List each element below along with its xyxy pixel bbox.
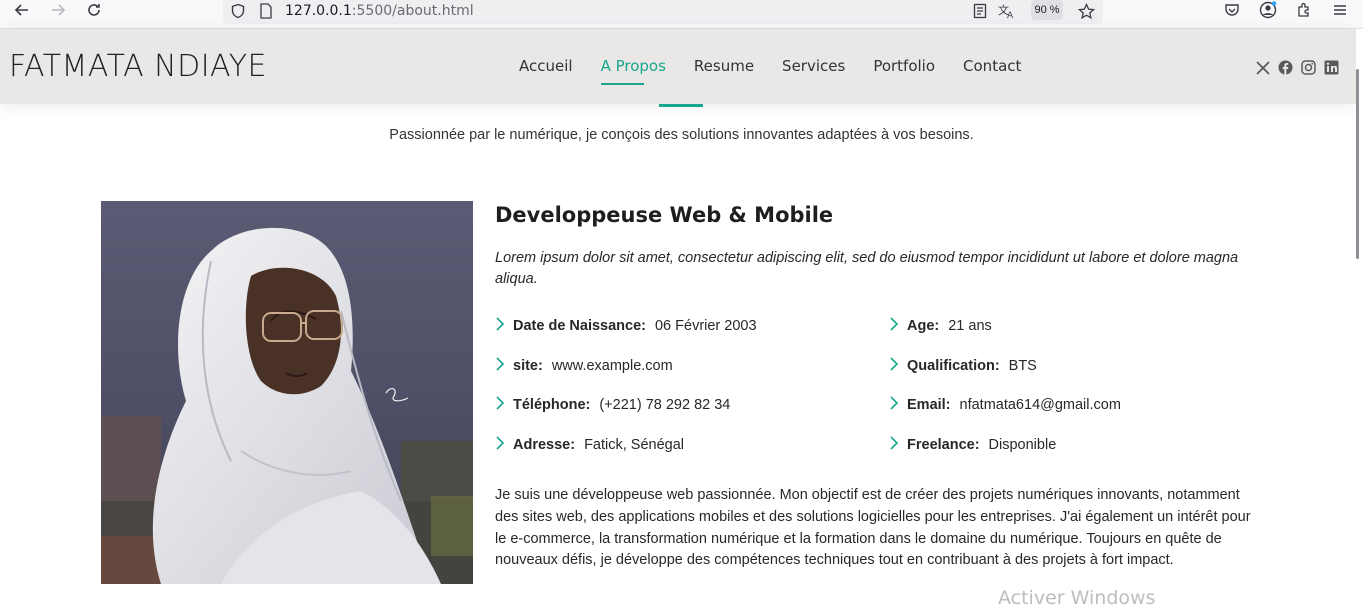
- info-value: Disponible: [988, 436, 1057, 453]
- chevron-right-icon: [495, 356, 513, 376]
- page-scrollbar[interactable]: [1356, 29, 1363, 605]
- intro-text: Lorem ipsum dolor sit amet, consectetur …: [495, 250, 1239, 287]
- chevron-right-icon: [889, 396, 907, 415]
- info-value: 21 ans: [948, 318, 992, 334]
- nav-services[interactable]: Services: [768, 57, 859, 75]
- pocket-icon[interactable]: [1221, 0, 1243, 20]
- section-title-underline: [659, 104, 703, 107]
- chevron-right-icon: [495, 396, 513, 415]
- info-item-age: Age: 21 ans: [889, 317, 1269, 357]
- site-header: FATMATA NDIAYE Accueil A Propos Resume S…: [0, 29, 1356, 104]
- svg-text:A: A: [1007, 11, 1014, 19]
- linkedin-icon[interactable]: [1323, 59, 1340, 76]
- main-nav: Accueil A Propos Resume Services Portfol…: [505, 57, 1035, 85]
- menu-icon[interactable]: [1329, 0, 1351, 20]
- account-icon[interactable]: [1257, 0, 1279, 20]
- info-item-qualification: Qualification: BTS: [889, 356, 1269, 397]
- chevron-right-icon: [889, 317, 907, 336]
- nav-a-propos[interactable]: A Propos: [587, 57, 680, 85]
- social-links: [1254, 59, 1340, 76]
- zoom-badge[interactable]: 90 %: [1031, 0, 1063, 20]
- info-item-address: Adresse: Fatick, Sénégal: [495, 435, 889, 476]
- forward-icon[interactable]: [45, 0, 71, 20]
- info-label: Age:: [907, 318, 940, 334]
- info-value: Fatick, Sénégal: [584, 436, 685, 453]
- info-item-site: site: www.example.com: [495, 356, 889, 397]
- section-tagline: Passionnée par le numérique, je conçois …: [389, 127, 974, 143]
- reload-icon[interactable]: [81, 0, 107, 20]
- chevron-right-icon: [495, 317, 513, 336]
- bio-text: Je suis une développeuse web passionnée.…: [495, 487, 1251, 569]
- info-label: Téléphone:: [513, 397, 591, 413]
- info-grid: Date de Naissance: 06 Février 2003 Age: …: [495, 317, 1260, 475]
- chevron-right-icon: [495, 435, 513, 455]
- info-label: Adresse:: [513, 436, 576, 453]
- url-bar[interactable]: 127.0.0.1:5500/about.html 文A 90 %: [223, 0, 1103, 24]
- profile-photo: [101, 201, 473, 584]
- info-value: (+221) 78 292 82 34: [599, 397, 731, 413]
- info-label: Freelance:: [907, 436, 980, 453]
- translate-icon[interactable]: 文A: [998, 2, 1016, 20]
- info-item-email: Email: nfatmata614@gmail.com: [889, 396, 1269, 436]
- extensions-icon[interactable]: [1293, 0, 1315, 20]
- info-label: Date de Naissance:: [513, 318, 646, 334]
- chevron-right-icon: [889, 435, 907, 455]
- browser-toolbar: 127.0.0.1:5500/about.html 文A 90 %: [0, 0, 1363, 29]
- info-item-freelance: Freelance: Disponible: [889, 435, 1269, 476]
- instagram-icon[interactable]: [1300, 59, 1317, 76]
- info-label: site:: [513, 357, 543, 374]
- scrollbar-thumb[interactable]: [1356, 69, 1359, 259]
- page-icon[interactable]: [257, 2, 275, 20]
- x-twitter-icon[interactable]: [1254, 59, 1271, 76]
- info-value: BTS: [1008, 357, 1037, 374]
- back-icon[interactable]: [9, 0, 35, 20]
- nav-contact[interactable]: Contact: [949, 57, 1035, 75]
- site-logo[interactable]: FATMATA NDIAYE: [9, 49, 267, 84]
- url-text[interactable]: 127.0.0.1:5500/about.html: [285, 3, 474, 19]
- info-value: 06 Février 2003: [654, 318, 757, 334]
- info-item-birthdate: Date de Naissance: 06 Février 2003: [495, 317, 889, 357]
- windows-activation-watermark: Activer Windows: [998, 587, 1156, 609]
- reader-icon[interactable]: [971, 2, 989, 20]
- info-label: Qualification:: [907, 357, 1000, 374]
- nav-accueil[interactable]: Accueil: [505, 57, 587, 75]
- shield-icon[interactable]: [229, 2, 247, 20]
- info-label: Email:: [907, 397, 951, 413]
- bookmark-star-icon[interactable]: [1077, 2, 1095, 20]
- nav-portfolio[interactable]: Portfolio: [859, 57, 949, 75]
- role-title: Developpeuse Web & Mobile: [495, 203, 834, 227]
- info-value: nfatmata614@gmail.com: [959, 397, 1121, 413]
- info-item-phone: Téléphone: (+221) 78 292 82 34: [495, 396, 889, 436]
- chevron-right-icon: [889, 356, 907, 376]
- nav-resume[interactable]: Resume: [680, 57, 768, 75]
- facebook-icon[interactable]: [1277, 59, 1294, 76]
- info-value: www.example.com: [551, 357, 673, 374]
- about-content: Developpeuse Web & Mobile Lorem ipsum do…: [495, 201, 1260, 572]
